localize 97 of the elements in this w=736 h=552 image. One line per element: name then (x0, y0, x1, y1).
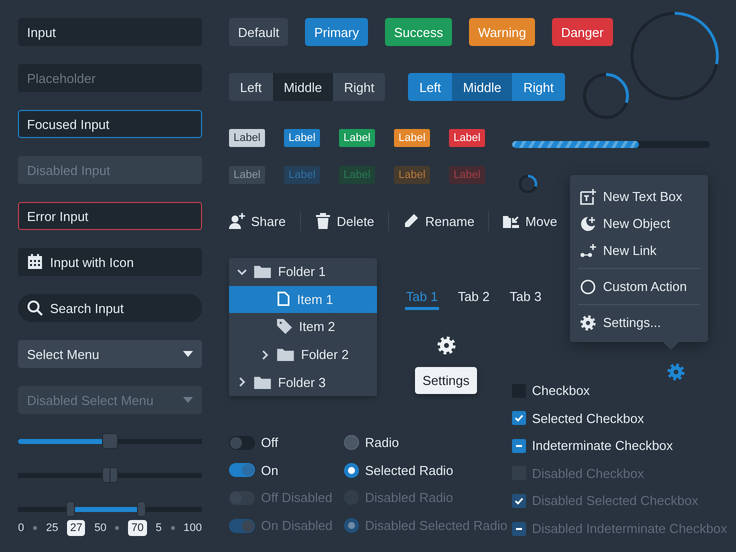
tab[interactable]: Tab 3 (508, 285, 542, 310)
folder-icon (277, 348, 294, 362)
toggle-label: On (261, 462, 278, 478)
button[interactable]: Success (384, 18, 452, 46)
pencil-icon (403, 213, 420, 229)
radio-label: Radio (365, 435, 399, 450)
tick-dot (170, 526, 175, 530)
tree-item[interactable]: Item 1 (229, 286, 377, 314)
value-bubble: 70 (128, 520, 147, 536)
slider-thumb[interactable] (137, 501, 146, 517)
chevron-right-icon[interactable] (260, 350, 270, 360)
text-box-icon (580, 188, 596, 204)
label-badge: Label (339, 129, 375, 147)
slider-thumb[interactable] (102, 433, 118, 449)
spinner-icon (518, 174, 538, 194)
tooltip: Settings (414, 367, 478, 394)
toolbar-button[interactable]: Share (229, 210, 286, 232)
tick-label: 5 (156, 522, 162, 534)
input-field[interactable]: Error Input (18, 202, 202, 230)
segment-button[interactable]: Left (408, 73, 452, 101)
menu-item[interactable]: Settings... (570, 309, 708, 336)
slider-thumb[interactable] (102, 467, 118, 483)
tree-item[interactable]: Folder 2 (229, 340, 377, 368)
tick-label: 25 (46, 522, 58, 534)
label-badge: Label (449, 129, 485, 147)
segment-button[interactable]: Right (332, 73, 386, 101)
toggle-label: Off (261, 435, 278, 450)
checkbox-label: Checkbox (532, 383, 590, 398)
toolbar-button[interactable]: Delete (314, 210, 374, 232)
input-field[interactable]: Input with Icon (18, 248, 202, 276)
segment-button[interactable]: Middle (452, 73, 512, 101)
chevron-right-icon[interactable] (237, 377, 247, 388)
radio-label: Disabled Radio (365, 490, 454, 506)
add-user-icon (229, 213, 245, 229)
caret-icon (183, 351, 193, 357)
menu-item[interactable]: New Text Box (570, 183, 708, 210)
label-badge: Label (394, 166, 430, 184)
segment-button[interactable]: Middle (272, 73, 333, 101)
label-badge: Label (394, 129, 430, 147)
tag-icon (277, 319, 292, 334)
toggle-label: On Disabled (261, 518, 333, 534)
tree-item[interactable]: Folder 1 (229, 258, 377, 286)
label-badge: Label (229, 166, 265, 184)
tab[interactable]: Tab 1 (405, 285, 439, 310)
link-icon (580, 242, 596, 258)
slider-thumb[interactable] (66, 501, 75, 517)
caret-icon (183, 397, 193, 403)
segment-button[interactable]: Left (229, 73, 273, 101)
label-badge: Label (284, 129, 320, 147)
moon-plus-icon (580, 216, 596, 232)
toggle-switch[interactable] (229, 463, 255, 478)
radio-label: Disabled Selected Radio (365, 518, 508, 534)
file-icon (277, 291, 290, 308)
checkbox-label: Disabled Selected Checkbox (532, 493, 698, 508)
menu-item[interactable]: New Link (570, 237, 708, 264)
input-field[interactable]: Focused Input (18, 110, 202, 138)
button[interactable]: Default (229, 18, 288, 46)
radio-button[interactable] (344, 462, 359, 478)
tree-item[interactable]: Folder 3 (229, 368, 377, 396)
move-icon (503, 213, 520, 229)
toolbar-button[interactable]: Move (503, 210, 558, 232)
tree-item[interactable]: Item 2 (229, 313, 377, 341)
checkbox-label: Indeterminate Checkbox (532, 438, 673, 454)
label-badge: Label (449, 166, 485, 184)
input-field[interactable]: Input (18, 18, 202, 46)
toggle-label: Off Disabled (261, 490, 332, 506)
menu-item[interactable]: Custom Action (570, 273, 708, 300)
menu-item[interactable]: New Object (570, 210, 708, 237)
button[interactable]: Primary (305, 18, 368, 46)
tick-label: 100 (184, 522, 202, 534)
tick-dot (115, 526, 120, 530)
tick-label: 50 (94, 522, 107, 534)
tab[interactable]: Tab 2 (456, 285, 491, 310)
checkbox-label: Disabled Indeterminate Checkbox (532, 521, 728, 536)
chevron-down-icon[interactable] (237, 266, 247, 277)
toggle-switch[interactable] (229, 436, 255, 450)
value-bubble: 27 (67, 520, 86, 536)
toolbar-button[interactable]: Rename (403, 210, 474, 232)
folder-icon (254, 265, 271, 278)
label-badge: Label (284, 166, 320, 184)
trash-icon (314, 213, 331, 229)
segment-button[interactable]: Right (512, 73, 565, 101)
folder-icon (254, 376, 271, 389)
settings-icon (580, 314, 596, 330)
button[interactable]: Danger (552, 18, 613, 46)
checkbox-label: Selected Checkbox (532, 410, 644, 426)
search-icon (27, 300, 43, 316)
circle-icon (580, 278, 596, 294)
tick-label: 0 (18, 522, 24, 534)
select-menu[interactable]: Select Menu (18, 340, 202, 368)
radio-button[interactable] (344, 435, 359, 450)
checkbox-label: Disabled Checkbox (532, 466, 644, 481)
radio-label: Selected Radio (365, 462, 454, 478)
tick-dot (33, 526, 38, 530)
label-badge: Label (229, 129, 265, 147)
calendar-icon (27, 254, 43, 270)
search-field[interactable]: Search Input (18, 294, 202, 322)
